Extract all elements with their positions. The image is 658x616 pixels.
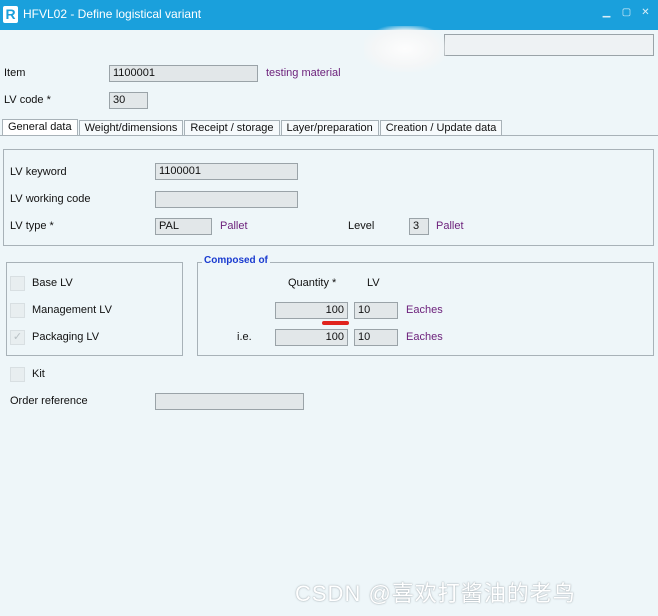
composed-lv-description: Eaches (406, 304, 443, 316)
close-icon[interactable]: ✕ (640, 7, 651, 18)
lv-type-field[interactable]: PAL (155, 218, 212, 235)
level-label: Level (348, 220, 375, 232)
quantity-header: Quantity * (288, 277, 337, 289)
app-logo-icon: R (3, 6, 18, 23)
lv-keyword-field[interactable]: 1100001 (155, 163, 298, 180)
item-description: testing material (266, 67, 341, 79)
general-data-panel (3, 149, 654, 246)
redacted-area (364, 26, 446, 72)
lv-code-label: LV code * (4, 94, 51, 106)
kit-checkbox[interactable] (10, 367, 25, 382)
window-title: HFVL02 - Define logistical variant (23, 7, 202, 21)
lv-type-label: LV type * (10, 220, 54, 232)
lv-working-code-label: LV working code (10, 193, 91, 205)
minimize-icon[interactable]: ▁ (601, 7, 612, 18)
composed-of-legend: Composed of (202, 255, 270, 266)
tab-weight-dimensions[interactable]: Weight/dimensions (78, 120, 184, 136)
quantity-field[interactable]: 100 (275, 302, 348, 319)
composed-lv-field[interactable]: 10 (354, 302, 398, 319)
packaging-lv-label: Packaging LV (32, 331, 100, 343)
ie-lv-description: Eaches (406, 331, 443, 343)
title-bar: R HFVL02 - Define logistical variant ▁ ▢… (0, 0, 658, 30)
tab-general-data[interactable]: General data (2, 119, 78, 136)
lv-type-description: Pallet (220, 220, 248, 232)
maximize-icon[interactable]: ▢ (621, 7, 632, 18)
level-description: Pallet (436, 220, 464, 232)
level-field[interactable]: 3 (409, 218, 429, 235)
tab-receipt-storage[interactable]: Receipt / storage (184, 120, 280, 136)
tab-divider (0, 135, 658, 136)
csdn-watermark: CSDN @喜欢打酱油的老鸟 (295, 581, 576, 606)
tab-bar: General data Weight/dimensions Receipt /… (2, 119, 503, 136)
management-lv-label: Management LV (32, 304, 112, 316)
item-label: Item (4, 67, 26, 79)
base-lv-label: Base LV (32, 277, 73, 289)
packaging-lv-checkbox[interactable]: ✓ (10, 330, 25, 345)
lv-header: LV (367, 277, 380, 289)
tab-creation-update-data[interactable]: Creation / Update data (379, 120, 503, 136)
lv-working-code-field[interactable] (155, 191, 298, 208)
red-underline-annotation (322, 321, 349, 325)
management-lv-checkbox[interactable] (10, 303, 25, 318)
ie-lv-field: 10 (354, 329, 398, 346)
lv-code-field[interactable]: 30 (109, 92, 148, 109)
ie-quantity-field: 100 (275, 329, 348, 346)
top-right-field[interactable] (444, 34, 654, 56)
lv-keyword-label: LV keyword (10, 166, 67, 178)
item-field[interactable]: 1100001 (109, 65, 258, 82)
order-reference-label: Order reference (10, 395, 88, 407)
order-reference-field[interactable] (155, 393, 304, 410)
base-lv-checkbox[interactable] (10, 276, 25, 291)
kit-label: Kit (32, 368, 45, 380)
tab-layer-preparation[interactable]: Layer/preparation (280, 120, 379, 136)
ie-label: i.e. (237, 331, 252, 343)
